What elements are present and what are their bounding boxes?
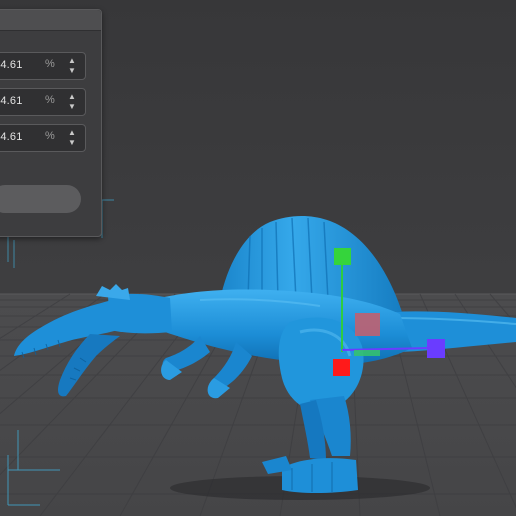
scale-y-unit: % [45, 94, 55, 106]
gizmo-center-handle[interactable] [355, 313, 380, 336]
chevron-down-icon[interactable]: ▼ [67, 66, 77, 76]
chevron-up-icon[interactable]: ▲ [67, 56, 77, 66]
scale-x-field[interactable]: 34.61 % ▲ ▼ [0, 52, 86, 80]
scale-y-value[interactable]: 34.61 [0, 95, 23, 107]
gizmo-y-handle[interactable] [334, 248, 351, 265]
scale-z-stepper[interactable]: ▲ ▼ [67, 128, 77, 148]
gizmo-x-handle[interactable] [333, 359, 350, 376]
scale-z-unit: % [45, 130, 55, 142]
reset-scale-button[interactable] [0, 185, 81, 213]
chevron-down-icon[interactable]: ▼ [67, 138, 77, 148]
chevron-up-icon[interactable]: ▲ [67, 128, 77, 138]
scale-y-field[interactable]: 34.61 % ▲ ▼ [0, 88, 86, 116]
chevron-down-icon[interactable]: ▼ [67, 102, 77, 112]
scale-x-stepper[interactable]: ▲ ▼ [67, 56, 77, 76]
scale-z-field[interactable]: 34.61 % ▲ ▼ [0, 124, 86, 152]
scale-z-value[interactable]: 34.61 [0, 131, 23, 143]
3d-viewport[interactable]: 34.61 % ▲ ▼ 34.61 % ▲ ▼ 34.61 % ▲ ▼ [0, 0, 516, 516]
gizmo-plane-handle[interactable] [354, 350, 380, 356]
gizmo-z-handle[interactable] [427, 339, 445, 358]
scale-y-stepper[interactable]: ▲ ▼ [67, 92, 77, 112]
chevron-up-icon[interactable]: ▲ [67, 92, 77, 102]
scale-x-value[interactable]: 34.61 [0, 59, 23, 71]
scale-panel: 34.61 % ▲ ▼ 34.61 % ▲ ▼ 34.61 % ▲ ▼ [0, 9, 102, 237]
panel-header [0, 10, 101, 31]
scale-x-unit: % [45, 58, 55, 70]
